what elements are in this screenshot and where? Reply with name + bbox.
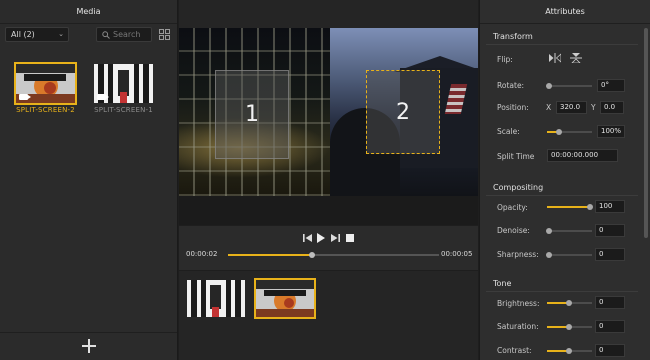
rotate-slider[interactable] bbox=[546, 83, 592, 89]
scale-slider[interactable] bbox=[547, 129, 592, 135]
media-clip-split-screen-2[interactable]: SPLIT-SCREEN-2 bbox=[14, 62, 77, 114]
section-title-tone: Tone bbox=[493, 279, 512, 288]
timeline-clip-split-screen-1[interactable] bbox=[187, 280, 245, 317]
preview-panel: 1 2 00:00:02 00:00:05 bbox=[179, 0, 478, 360]
zone-number: 2 bbox=[396, 99, 410, 125]
brightness-value[interactable]: 0 bbox=[595, 296, 625, 309]
current-time: 00:00:02 bbox=[186, 250, 218, 258]
contrast-value[interactable]: 0 bbox=[595, 344, 625, 357]
rotate-slider-handle[interactable] bbox=[546, 83, 552, 89]
saturation-label: Saturation: bbox=[497, 322, 539, 331]
flip-horizontal-icon[interactable] bbox=[549, 53, 561, 63]
media-filter-value: All (2) bbox=[11, 30, 35, 39]
media-bottom-bar bbox=[0, 332, 177, 360]
section-title-compositing: Compositing bbox=[493, 183, 544, 192]
opacity-slider-handle[interactable] bbox=[587, 204, 593, 210]
scale-value[interactable]: 100% bbox=[597, 125, 625, 138]
media-search-input[interactable] bbox=[113, 29, 151, 40]
split-time-label: Split Time bbox=[497, 152, 535, 161]
zone-number: 1 bbox=[245, 102, 259, 127]
preview-canvas: 1 2 bbox=[179, 28, 478, 196]
timeline-panel bbox=[179, 271, 478, 360]
opacity-label: Opacity: bbox=[497, 203, 528, 212]
clip-label: SPLIT-SCREEN-1 bbox=[94, 106, 153, 114]
scale-slider-handle[interactable] bbox=[556, 129, 562, 135]
timeline-clip-split-screen-2[interactable] bbox=[254, 278, 316, 319]
position-label: Position: bbox=[497, 103, 529, 112]
opacity-slider[interactable] bbox=[547, 204, 593, 210]
denoise-label: Denoise: bbox=[497, 226, 530, 235]
total-time: 00:00:05 bbox=[441, 250, 473, 258]
position-y-input[interactable]: 0.0 bbox=[600, 101, 624, 114]
rotate-value[interactable]: 0° bbox=[597, 79, 625, 92]
video-camera-icon bbox=[19, 94, 31, 100]
position-x-input[interactable]: 320.0 bbox=[556, 101, 587, 114]
rotate-label: Rotate: bbox=[497, 81, 525, 90]
media-panel: Media All (2) ⌄ Search SPLIT-SCREEN-2 SP… bbox=[0, 0, 178, 360]
brightness-label: Brightness: bbox=[497, 299, 540, 308]
contrast-label: Contrast: bbox=[497, 346, 532, 355]
sharpness-slider[interactable] bbox=[546, 252, 592, 258]
playback-controls: 00:00:02 00:00:05 bbox=[179, 226, 478, 270]
preview-top-bar bbox=[179, 0, 478, 28]
denoise-value[interactable]: 0 bbox=[595, 224, 625, 237]
attributes-panel: Attributes Transform Flip: Rotate: 0° Po… bbox=[479, 0, 650, 360]
saturation-value[interactable]: 0 bbox=[595, 320, 625, 333]
media-filter-dropdown[interactable]: All (2) ⌄ bbox=[5, 27, 69, 42]
section-title-transform: Transform bbox=[493, 32, 533, 41]
contrast-slider-handle[interactable] bbox=[566, 348, 572, 354]
sharpness-slider-handle[interactable] bbox=[546, 252, 552, 258]
playback-scrubber[interactable] bbox=[228, 252, 439, 258]
attributes-scrollbar[interactable] bbox=[644, 28, 648, 238]
media-toolbar: All (2) ⌄ bbox=[0, 27, 177, 43]
clip-thumbnail bbox=[94, 64, 153, 103]
grid-view-icon[interactable] bbox=[159, 29, 170, 40]
play-icon[interactable] bbox=[316, 232, 326, 244]
clip-label: SPLIT-SCREEN-2 bbox=[16, 106, 75, 114]
next-frame-icon[interactable] bbox=[330, 232, 340, 244]
contrast-slider[interactable] bbox=[547, 348, 592, 354]
opacity-value[interactable]: 100 bbox=[595, 200, 625, 213]
add-media-button[interactable] bbox=[82, 339, 96, 353]
split-zone-1[interactable]: 1 bbox=[215, 70, 289, 159]
brightness-slider[interactable] bbox=[547, 300, 592, 306]
clip-thumbnail bbox=[14, 62, 77, 105]
saturation-slider-handle[interactable] bbox=[566, 324, 572, 330]
media-clip-split-screen-1[interactable]: SPLIT-SCREEN-1 bbox=[94, 64, 153, 114]
flip-label: Flip: bbox=[497, 55, 513, 64]
scale-label: Scale: bbox=[497, 127, 520, 136]
denoise-slider-handle[interactable] bbox=[546, 228, 552, 234]
attributes-panel-title: Attributes bbox=[480, 0, 650, 24]
media-panel-title: Media bbox=[0, 0, 177, 24]
brightness-slider-handle[interactable] bbox=[566, 300, 572, 306]
position-x-label: X bbox=[546, 103, 552, 112]
chevron-down-icon: ⌄ bbox=[58, 30, 64, 38]
position-y-label: Y bbox=[591, 103, 596, 112]
split-zone-2[interactable]: 2 bbox=[366, 70, 440, 154]
denoise-slider[interactable] bbox=[546, 228, 592, 234]
media-search-box[interactable] bbox=[96, 27, 152, 42]
video-camera-icon bbox=[97, 94, 109, 100]
search-icon bbox=[102, 31, 110, 39]
flip-vertical-icon[interactable] bbox=[570, 53, 582, 63]
split-time-input[interactable]: 00:00:00.000 bbox=[547, 149, 618, 162]
stop-icon[interactable] bbox=[345, 232, 355, 244]
scrubber-handle[interactable] bbox=[309, 252, 316, 258]
previous-frame-icon[interactable] bbox=[303, 232, 313, 244]
preview-bottom-strip bbox=[179, 196, 478, 225]
saturation-slider[interactable] bbox=[547, 324, 592, 330]
sharpness-label: Sharpness: bbox=[497, 250, 539, 259]
sharpness-value[interactable]: 0 bbox=[595, 248, 625, 261]
